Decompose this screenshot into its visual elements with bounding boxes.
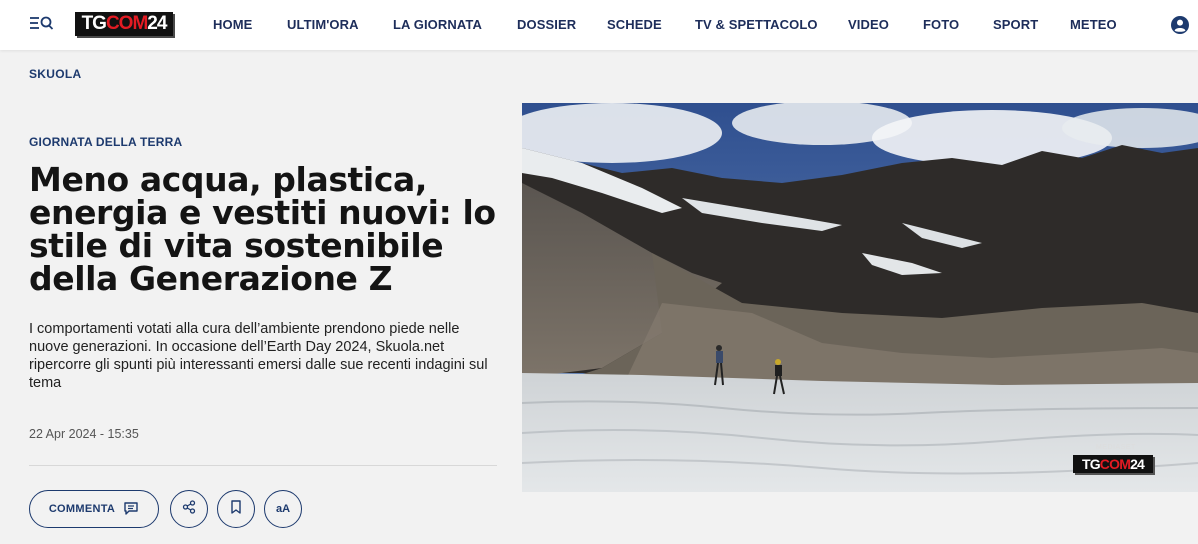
nav-video[interactable]: VIDEO <box>848 17 889 32</box>
font-size-icon: aA <box>275 503 291 515</box>
watermark-part-24: 24 <box>1130 456 1145 472</box>
nav-sport[interactable]: SPORT <box>993 17 1038 32</box>
logo-part-24: 24 <box>147 13 167 34</box>
section-label[interactable]: SKUOLA <box>29 67 81 81</box>
nav-dossier[interactable]: DOSSIER <box>517 17 576 32</box>
nav-foto[interactable]: FOTO <box>923 17 959 32</box>
user-icon[interactable] <box>1170 15 1190 35</box>
menu-search-icon[interactable] <box>29 13 55 37</box>
article-date: 22 Apr 2024 - 15:35 <box>29 427 139 441</box>
article-photo-glacier[interactable] <box>522 103 1198 492</box>
tgcom24-watermark: TG COM 24 <box>1073 455 1153 473</box>
logo-part-com: COM <box>105 13 148 34</box>
share-icon <box>182 499 196 519</box>
watermark-part-tg: TG <box>1081 456 1101 472</box>
article-headline: Meno acqua, plastica, energia e vestiti … <box>29 160 496 298</box>
logo-part-tg: TG <box>81 13 107 34</box>
comment-button-label: COMMENTA <box>48 503 116 515</box>
nav-tv-spettacolo[interactable]: TV & SPETTACOLO <box>695 17 818 32</box>
font-size-button[interactable]: aA <box>264 490 302 528</box>
article-kicker: GIORNATA DELLA TERRA <box>29 135 183 149</box>
bookmark-button[interactable] <box>217 490 255 528</box>
tgcom24-logo[interactable]: TG COM 24 <box>75 12 173 36</box>
article-summary: I comportamenti votati alla cura dell’am… <box>29 321 488 391</box>
bookmark-icon <box>230 499 242 519</box>
nav-meteo[interactable]: METEO <box>1070 17 1117 32</box>
nav-la-giornata[interactable]: LA GIORNATA <box>393 17 482 32</box>
nav-home[interactable]: HOME <box>213 17 252 32</box>
share-button[interactable] <box>170 490 208 528</box>
nav-ultimora[interactable]: ULTIM'ORA <box>287 17 359 32</box>
mediaset-watermark: MEDIASET <box>1096 444 1136 451</box>
watermark-part-com: COM <box>1099 456 1131 472</box>
divider <box>29 465 497 466</box>
comment-icon <box>123 500 139 519</box>
nav-schede[interactable]: SCHEDE <box>607 17 662 32</box>
top-navigation-bar: TG COM 24 HOME ULTIM'ORA LA GIORNATA DOSSI… <box>0 0 1198 50</box>
comment-button[interactable]: COMMENTA <box>29 490 159 528</box>
